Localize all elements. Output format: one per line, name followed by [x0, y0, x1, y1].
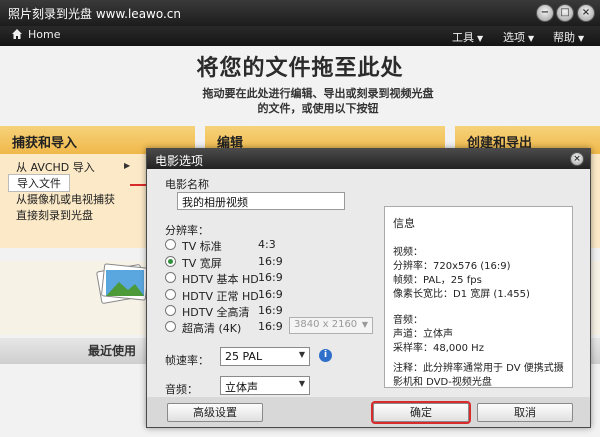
drop-headline: 将您的文件拖至此处 [196, 56, 404, 81]
resolution-name: 超高清 (4K) [182, 322, 242, 335]
info-audio-label: 音频： [393, 315, 423, 326]
frame-rate-value: 25 PAL [225, 350, 263, 363]
menu-tools[interactable]: 工具 ▼ [452, 29, 483, 45]
resolution-name: HDTV 正常 HD [182, 290, 259, 303]
resolution-ratio: 16:9 [258, 255, 283, 268]
photo-stack-icon [96, 263, 149, 304]
info-heading: 信息 [393, 217, 415, 230]
nav-bar: Home 工具 ▼ 选项 ▼ 帮助 ▼ [0, 26, 600, 46]
import-avchd-item[interactable]: 从 AVCHD 导入 [16, 159, 95, 175]
dialog-title: 电影选项 [155, 154, 204, 168]
radio-button[interactable] [165, 272, 176, 283]
chevron-down-icon: ▼ [298, 350, 305, 359]
radio-button[interactable] [165, 305, 176, 316]
burn-disc-label: 直接刻录到光盘 [16, 209, 93, 222]
info-sample-rate: 采样率：48,000 Hz [393, 343, 484, 354]
radio-button[interactable] [165, 239, 176, 250]
import-files-item[interactable]: 导入文件 [8, 174, 70, 192]
home-label: Home [28, 28, 61, 41]
drop-subline: 拖动要在此处进行编辑、导出或刻录到视频光盘的文件，或使用以下按钮 [202, 87, 434, 115]
home-icon [12, 29, 22, 39]
info-panel: 信息 视频： 分辨率：720x576 (16:9) 帧频：PAL，25 fps … [384, 206, 573, 388]
submenu-arrow-icon: ▶ [124, 161, 131, 170]
info-pixel-aspect: 像素长宽比：D1 宽屏 (1.455) [393, 289, 530, 300]
window-titlebar: 照片刻录到光盘 www.leawo.cn − □ × [0, 0, 600, 26]
import-files-label: 导入文件 [17, 177, 61, 190]
audio-value: 立体声 [225, 381, 258, 394]
uhd-size-select[interactable]: 3840 x 2160 ▼ [289, 317, 373, 334]
resolution-ratio: 16:9 [258, 304, 283, 317]
maximize-icon[interactable]: □ [556, 4, 574, 22]
menu-help[interactable]: 帮助 ▼ [553, 29, 584, 45]
info-icon[interactable]: i [319, 349, 332, 362]
resolution-name: HDTV 基本 HD [182, 273, 259, 286]
minimize-icon[interactable]: − [536, 4, 554, 22]
audio-select[interactable]: 立体声 ▼ [220, 376, 310, 395]
ok-button[interactable]: 确定 [371, 401, 471, 424]
cancel-button[interactable]: 取消 [477, 403, 573, 422]
resolution-ratio: 16:9 [258, 271, 283, 284]
advanced-settings-button[interactable]: 高级设置 [167, 403, 263, 422]
resolution-ratio: 16:9 [258, 288, 283, 301]
chevron-down-icon: ▼ [578, 34, 585, 43]
import-avchd-label: 从 AVCHD 导入 [16, 161, 95, 174]
uhd-size-value: 3840 x 2160 [294, 319, 358, 330]
info-note-line2: 影机和 DVD-视频光盘 [393, 377, 492, 388]
movie-name-label: 电影名称 [165, 178, 209, 191]
info-note-line1: 注释：此分辨率通常用于 DV 便携式摄 [393, 363, 564, 374]
chevron-down-icon: ▼ [477, 34, 484, 43]
resolution-ratio: 16:9 [258, 320, 283, 333]
menu-options-label: 选项 [503, 31, 525, 44]
menu-help-label: 帮助 [553, 31, 575, 44]
info-video-label: 视频： [393, 247, 423, 258]
resolution-label: 分辨率： [165, 224, 209, 237]
dialog-titlebar: 电影选项 × [147, 149, 590, 169]
info-channel: 声道：立体声 [393, 329, 453, 340]
burn-disc-item[interactable]: 直接刻录到光盘 [16, 207, 93, 223]
frame-rate-label: 帧速率： [165, 354, 209, 367]
capture-camera-label: 从摄像机或电视捕获 [16, 193, 115, 206]
info-framerate: 帧频：PAL，25 fps [393, 275, 482, 286]
info-resolution: 分辨率：720x576 (16:9) [393, 261, 511, 272]
movie-options-dialog: 电影选项 × 电影名称 我的相册视频 分辨率： TV 标准 4:3 TV 宽屏 … [146, 148, 591, 428]
audio-label: 音频： [165, 383, 198, 396]
recent-title: 最近使用 [88, 344, 137, 358]
movie-name-input[interactable]: 我的相册视频 [177, 192, 345, 210]
home-link[interactable]: Home [12, 28, 60, 41]
radio-button-selected[interactable] [165, 256, 176, 267]
close-icon[interactable]: × [577, 4, 595, 22]
frame-rate-select[interactable]: 25 PAL ▼ [220, 347, 310, 366]
resolution-ratio: 4:3 [258, 238, 276, 251]
window-title: 照片刻录到光盘 www.leawo.cn [8, 7, 182, 21]
radio-button[interactable] [165, 321, 176, 332]
menu-options[interactable]: 选项 ▼ [503, 29, 534, 45]
radio-button[interactable] [165, 289, 176, 300]
resolution-name: HDTV 全高清 [182, 306, 250, 319]
capture-camera-item[interactable]: 从摄像机或电视捕获 [16, 191, 115, 207]
chevron-down-icon: ▼ [361, 320, 368, 329]
resolution-name: TV 标准 [182, 240, 222, 253]
dialog-close-icon[interactable]: × [570, 152, 584, 166]
menu-tools-label: 工具 [452, 31, 474, 44]
chevron-down-icon: ▼ [298, 379, 305, 388]
chevron-down-icon: ▼ [528, 34, 535, 43]
resolution-name: TV 宽屏 [182, 257, 222, 270]
dialog-footer: 高级设置 确定 取消 [147, 397, 590, 427]
